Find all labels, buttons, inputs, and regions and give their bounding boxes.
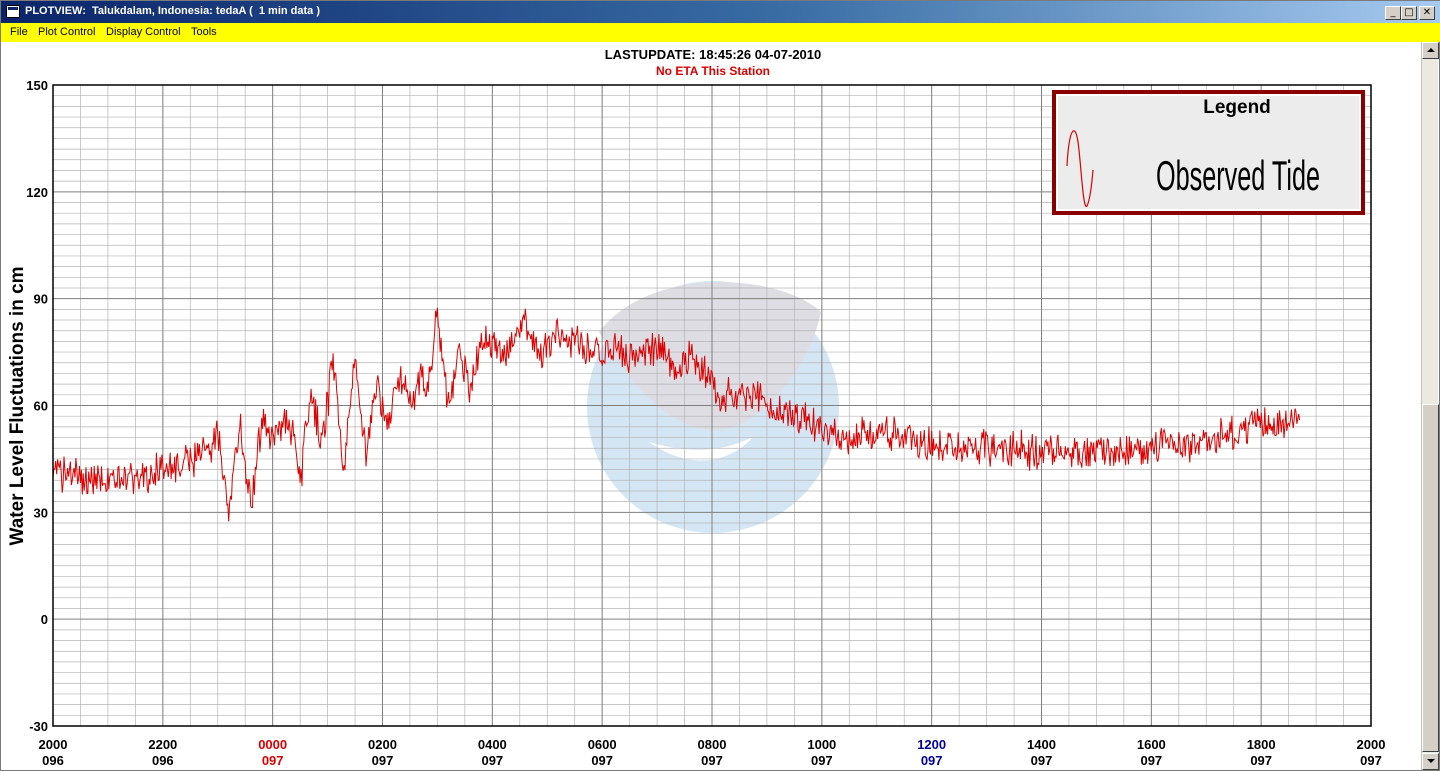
y-tick-label: 90 <box>34 292 48 307</box>
menu-tools[interactable]: Tools <box>191 26 217 38</box>
legend-title: Legend <box>1203 97 1271 118</box>
menu-display-control[interactable]: Display Control <box>106 26 181 38</box>
plotview-window: PLOTVIEW: Talukdalam, Indonesia: tedaA (… <box>0 0 1440 771</box>
menu-file[interactable]: File <box>10 26 28 38</box>
x-tick-time-label: 0800 <box>698 737 727 752</box>
menu-plot-control[interactable]: Plot Control <box>38 26 95 38</box>
y-tick-label: 30 <box>34 505 48 520</box>
y-tick-label: 120 <box>26 185 48 200</box>
x-tick-day-label: 097 <box>591 753 613 768</box>
maximize-button[interactable]: □ <box>1401 6 1417 20</box>
minimize-button[interactable]: _ <box>1385 6 1401 20</box>
x-tick-time-label: 1800 <box>1247 737 1276 752</box>
x-tick-time-label: 0200 <box>368 737 397 752</box>
noaa-watermark-logo <box>587 281 839 533</box>
y-tick-label: 150 <box>26 78 48 93</box>
x-tick-time-label: 1400 <box>1027 737 1056 752</box>
x-tick-time-label: 2200 <box>148 737 177 752</box>
y-tick-label: 0 <box>41 612 48 627</box>
x-tick-day-label: 097 <box>262 753 284 768</box>
x-tick-day-label: 097 <box>811 753 833 768</box>
x-tick-time-label: 0600 <box>588 737 617 752</box>
y-axis-label: Water Level Fluctuations in cm <box>7 266 28 545</box>
scroll-thumb[interactable] <box>1422 404 1439 752</box>
x-tick-time-label: 0000 <box>258 737 287 752</box>
scroll-up-arrow[interactable] <box>1422 42 1439 59</box>
x-tick-day-label: 096 <box>42 753 64 768</box>
x-tick-day-label: 097 <box>1360 753 1382 768</box>
x-tick-time-label: 2000 <box>39 737 68 752</box>
x-tick-day-label: 097 <box>1250 753 1272 768</box>
legend-series-label: Observed Tide <box>1156 152 1320 199</box>
x-tick-day-label: 096 <box>152 753 174 768</box>
window-title: PLOTVIEW: Talukdalam, Indonesia: tedaA (… <box>25 5 321 17</box>
vertical-scrollbar[interactable] <box>1421 42 1439 770</box>
x-tick-labels: 2000096220009600000970200097040009706000… <box>39 737 1386 768</box>
x-tick-time-label: 2000 <box>1357 737 1386 752</box>
x-tick-time-label: 1000 <box>807 737 836 752</box>
x-tick-day-label: 097 <box>372 753 394 768</box>
x-tick-day-label: 097 <box>921 753 943 768</box>
scroll-down-arrow[interactable] <box>1422 753 1439 770</box>
title-bar[interactable]: PLOTVIEW: Talukdalam, Indonesia: tedaA (… <box>1 1 1440 23</box>
app-icon[interactable] <box>6 5 20 18</box>
x-tick-day-label: 097 <box>1140 753 1162 768</box>
y-tick-label: 60 <box>34 399 48 414</box>
x-tick-time-label: 1200 <box>917 737 946 752</box>
x-tick-day-label: 097 <box>1031 753 1053 768</box>
x-tick-day-label: 097 <box>481 753 503 768</box>
y-tick-labels: -30 0 30 60 90 120 150 <box>26 78 48 734</box>
legend-box[interactable]: Legend Observed Tide <box>1052 90 1365 215</box>
x-tick-day-label: 097 <box>701 753 723 768</box>
x-tick-time-label: 1600 <box>1137 737 1166 752</box>
plot-area: LASTUPDATE: 18:45:26 04-07-2010 No ETA T… <box>7 47 1386 768</box>
menu-bar: File Plot Control Display Control Tools <box>1 23 1440 42</box>
y-tick-label: -30 <box>29 719 48 734</box>
last-update-label: LASTUPDATE: 18:45:26 04-07-2010 <box>605 47 822 62</box>
eta-status-label: No ETA This Station <box>656 64 770 78</box>
close-button[interactable]: ✕ <box>1419 6 1435 20</box>
x-tick-time-label: 0400 <box>478 737 507 752</box>
